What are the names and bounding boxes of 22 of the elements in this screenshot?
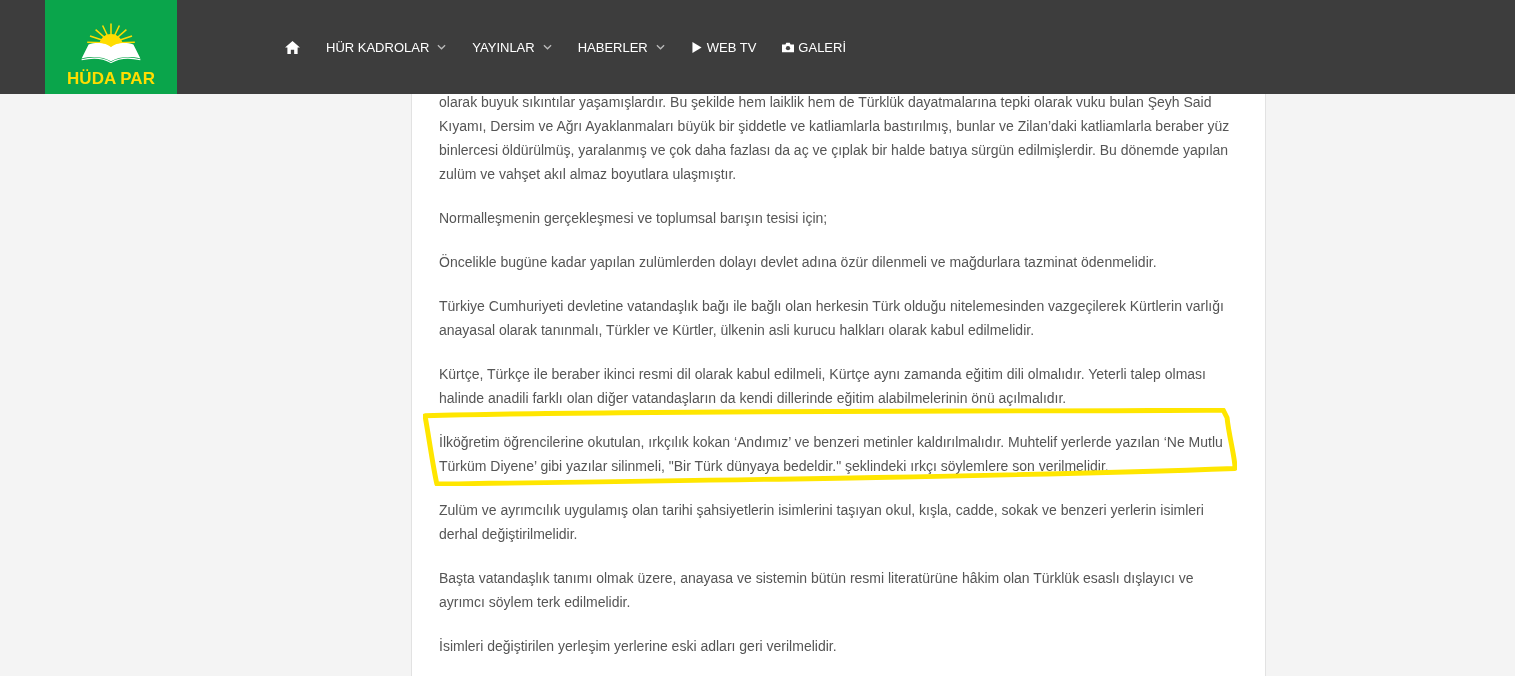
article-paragraph: Başta vatandaşlık tanımı olmak üzere, anayasa ve sistemin bütün resmi literatürüne hâkim olan Türklük esaslı dışlayıcı ve ayrımcı söylem terk edilmelidir. [439, 569, 1195, 612]
article-paragraph: Kürtçe, Türkçe ile beraber ikinci resmi dil olarak kabul edilmeli, Kürtçe aynı zamanda eğitim dili olmalıdır. Yeterli talep olması halinde anadili farklı olan diğer vatandaşların da kendi dillerinde eğitim alabilmelerinin önü açılmalıdır. [439, 365, 1207, 408]
article-paragraph: İlköğretim öğrencilerine okutulan, ırkçılık kokan ‘Andımız’ ve benzeri metinler kaldırılmalıdır. Muhtelif yerlerde yazılan ‘Ne Mutlu Türküm Diyene’ gibi yazılar silinmeli, "Bir Türk dünyaya bedeldir." şeklindeki ırkçı söylemlere son verilmelidir. [439, 433, 1224, 476]
article-paragraph: Öncelikle bugüne kadar yapılan zulümlerden dolayı devlet adına özür dilenmeli ve mağdurlara tazminat ödenmelidir. [439, 253, 1158, 272]
nav-menu-item[interactable]: HÜR KADROLAR [326, 39, 447, 55]
play-icon [690, 41, 703, 53]
article-paragraph: İsimleri değiştirilen yerleşim yerlerine eski adları geri verilmelidir. [439, 637, 838, 656]
article-paragraph: Normalleşmenin gerçekleşmesi ve toplumsal barışın tesisi için; [439, 209, 829, 228]
caret-icon [437, 44, 447, 50]
article-paragraph: olarak buyuk sıkıntılar yaşamışlardır. Bu şekilde hem laiklik hem de Türklük dayatmalarına tepki olarak vuku bulan Şeyh Said Kıyamı, Dersim ve Ağrı Ayaklanmaları büyük bir şiddetle ve katliamlarla bastırılmış, bunlar ve Zilan’daki katliamlarla beraber yüz binlercesi öldürülmüş, yaralanmış ve çok daha fazlası da aç ve çıplak bir halde batıya sürgün edilmişlerdir. Bu dönemde yapılan zulüm ve vahşet akıl almaz boyutlara ulaşmıştır. [439, 93, 1231, 184]
article-paragraph: Türkiye Cumhuriyeti devletine vatandaşlık bağı ile bağlı olan herkesin Türk olduğu nitelemesinden vazgeçilerek Kürtlerin varlığı anayasal olarak tanınmalı, Türkler ve Kürtler, ülkenin asli kurucu halkları olarak kabul edilmelidir. [439, 297, 1225, 340]
home-link[interactable] [285, 40, 300, 54]
caret-icon [655, 44, 665, 50]
logo-text: HÜDA PAR [67, 69, 155, 89]
nav-menu-item[interactable]: GALERİ [782, 39, 847, 55]
nav-menu-item[interactable]: WEB TV [690, 39, 757, 55]
nav-menu-item[interactable]: HABERLER [577, 39, 665, 55]
home-icon [285, 40, 300, 54]
article-paragraph: Zulüm ve ayrımcılık uygulamış olan tarihi şahsiyetlerin isimlerini taşıyan okul, kışla, cadde, sokak ve benzeri yerlerin isimleri derhal değiştirilmelidir. [439, 501, 1205, 544]
caret-icon [542, 44, 552, 50]
nav-menu-item[interactable]: YAYINLAR [472, 39, 552, 55]
camera-icon [782, 41, 795, 53]
